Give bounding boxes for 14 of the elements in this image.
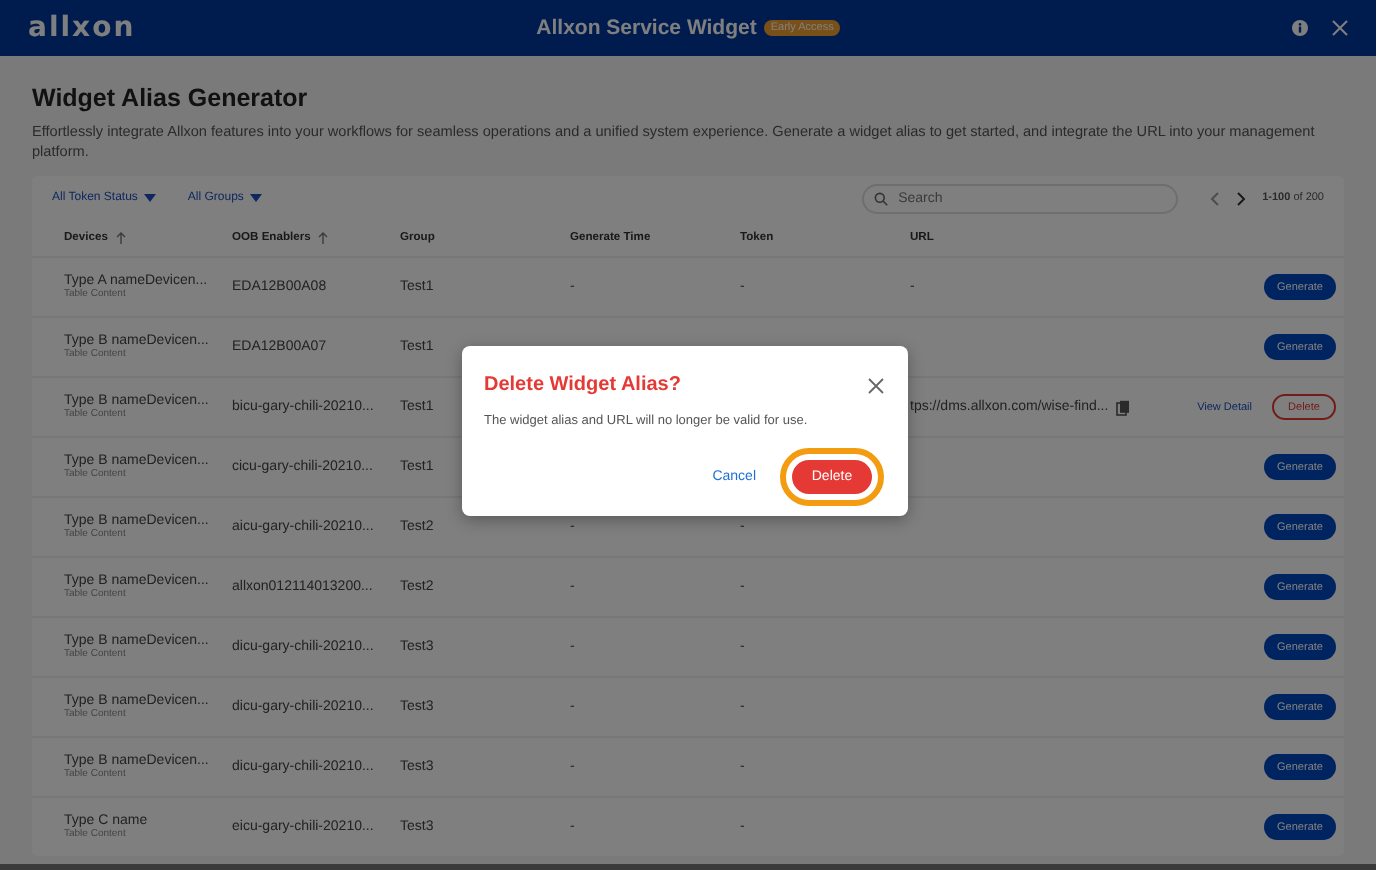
copy-icon[interactable]: [1116, 399, 1131, 415]
app-title: Allxon Service Widget: [536, 16, 757, 40]
close-icon[interactable]: [868, 377, 884, 393]
caret-icon: [249, 194, 262, 202]
previous-page-button[interactable]: [1210, 191, 1221, 205]
logo: allxon: [28, 12, 136, 44]
info-icon[interactable]: [1292, 20, 1308, 36]
next-page-button[interactable]: [1236, 191, 1247, 205]
dialog-title: Delete Widget Alias?: [484, 374, 681, 396]
caret-icon: [143, 194, 156, 202]
sort-arrow-icon[interactable]: [318, 232, 329, 244]
search-icon: [874, 191, 889, 205]
page-title: Widget Alias Generator: [32, 84, 310, 112]
sort-arrow-icon[interactable]: [115, 232, 126, 244]
